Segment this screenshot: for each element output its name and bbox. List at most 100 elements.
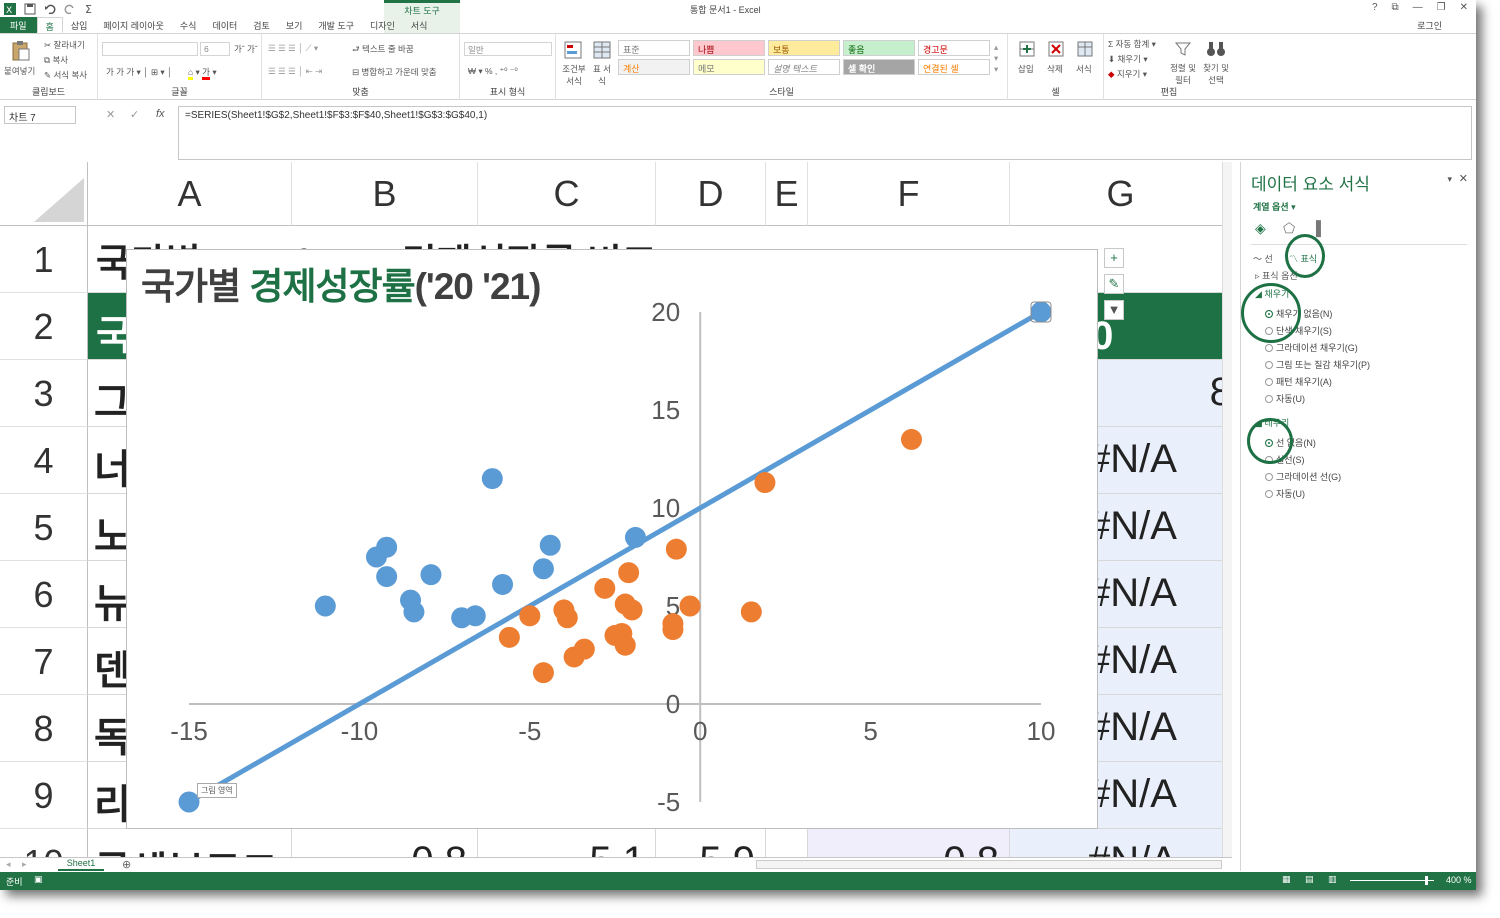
cut-button[interactable]: ✂ 잘라내기 <box>44 39 85 51</box>
row-header-8[interactable]: 8 <box>0 695 88 762</box>
clear-button[interactable]: ◆ 지우기 ▾ <box>1108 68 1147 80</box>
tab-chart-format[interactable]: 서식 <box>403 17 436 33</box>
sign-in-link[interactable]: 로그인 <box>1417 19 1442 32</box>
column-header-e[interactable]: E <box>766 162 808 226</box>
border-gradient-option[interactable]: 그라데이션 선(G) <box>1265 470 1341 483</box>
binoculars-icon[interactable] <box>1206 40 1226 58</box>
row-header-2[interactable]: 2 <box>0 293 88 360</box>
add-sheet-icon[interactable]: ⊕ <box>122 858 131 871</box>
paste-button[interactable]: 붙여넣기 <box>4 65 35 77</box>
sort-filter-icon[interactable] <box>1174 40 1192 58</box>
style-normal[interactable]: 표준 <box>618 40 690 56</box>
chart-styles-button[interactable]: ✎ <box>1104 274 1124 294</box>
fill-gradient-option[interactable]: 그라데이션 채우기(G) <box>1265 341 1358 354</box>
conditional-format-icon[interactable] <box>564 41 582 59</box>
normal-view-icon[interactable]: ▦ <box>1282 874 1291 885</box>
sort-filter-button[interactable]: 정렬 및 필터 <box>1168 62 1198 86</box>
grow-font-icon[interactable]: 가ˆ 가ˇ <box>234 43 258 55</box>
cell-e10[interactable] <box>766 829 808 858</box>
style-good[interactable]: 좋음 <box>843 40 915 56</box>
sheet-nav-left-icon[interactable]: ◂ <box>6 859 11 870</box>
paste-icon[interactable] <box>10 40 32 62</box>
vertical-scrollbar[interactable] <box>1222 162 1232 858</box>
format-cells-icon[interactable] <box>1076 40 1094 58</box>
zoom-slider-thumb[interactable] <box>1425 876 1428 885</box>
restore-button[interactable]: ❐ <box>1437 2 1446 13</box>
delete-cells-button[interactable]: 삭제 <box>1047 63 1063 75</box>
delete-cells-icon[interactable] <box>1047 40 1065 58</box>
help-button[interactable]: ? <box>1372 2 1378 13</box>
undo-icon[interactable] <box>44 3 56 15</box>
row-header-10[interactable]: 10 <box>0 829 88 858</box>
row-header-5[interactable]: 5 <box>0 494 88 561</box>
fill-button[interactable]: ⬇ 채우기 ▾ <box>1108 53 1148 65</box>
cell-d10[interactable]: 5.9 <box>656 829 766 858</box>
redo-icon[interactable] <box>64 3 76 15</box>
tab-chart-design[interactable]: 디자인 <box>362 17 403 33</box>
chart-elements-button[interactable]: + <box>1104 248 1124 268</box>
cell-b10[interactable]: 0.8 <box>292 829 478 858</box>
cell-f10[interactable]: 0.8 <box>808 829 1010 858</box>
column-header-b[interactable]: B <box>292 162 478 226</box>
column-header-g[interactable]: G <box>1010 162 1232 226</box>
row-header-3[interactable]: 3 <box>0 360 88 427</box>
style-neutral[interactable]: 보통 <box>768 40 840 56</box>
close-button[interactable]: ✕ <box>1460 2 1468 13</box>
zoom-level[interactable]: 400 % <box>1446 875 1472 885</box>
style-check-cell[interactable]: 셀 확인 <box>843 59 915 75</box>
align-top-icon[interactable]: ☰ ☰ ☰ │ ⟋ ▾ <box>268 43 318 54</box>
formula-input[interactable]: =SERIES(Sheet1!$G$2,Sheet1!$F$3:$F$40,Sh… <box>178 106 1472 160</box>
format-cells-button[interactable]: 서식 <box>1076 63 1092 75</box>
style-bad[interactable]: 나쁨 <box>693 40 765 56</box>
column-header-a[interactable]: A <box>88 162 292 226</box>
fill-pattern-option[interactable]: 패턴 채우기(A) <box>1265 375 1332 388</box>
style-note[interactable]: 메모 <box>693 59 765 75</box>
style-calculation[interactable]: 계산 <box>618 59 690 75</box>
style-warning[interactable]: 경고문 <box>918 40 990 56</box>
tab-home[interactable]: 홈 <box>36 17 63 33</box>
cell-a10[interactable]: 룩셈부르크 <box>88 829 292 858</box>
styles-scroll-icon[interactable]: ▴ ▾ ▾ <box>994 42 998 75</box>
style-linked-cell[interactable]: 연결된 셀 <box>918 59 990 75</box>
insert-function-icon[interactable]: fx <box>156 108 165 120</box>
font-size-combo[interactable]: 6 <box>200 42 230 56</box>
format-painter-button[interactable]: ✎ 서식 복사 <box>44 69 87 81</box>
zoom-slider[interactable] <box>1350 880 1434 881</box>
number-format-combo[interactable]: 일반 <box>464 42 552 56</box>
sheet-tab-sheet1[interactable]: Sheet1 <box>58 858 104 871</box>
tab-line[interactable]: 〜 선 <box>1253 252 1273 265</box>
insert-cells-button[interactable]: 삽입 <box>1018 63 1034 75</box>
name-box[interactable]: 차트 7 <box>4 106 76 124</box>
column-header-d[interactable]: D <box>656 162 766 226</box>
tab-formulas[interactable]: 수식 <box>172 17 205 33</box>
tab-insert[interactable]: 삽입 <box>63 17 96 33</box>
fill-picture-option[interactable]: 그림 또는 질감 채우기(P) <box>1265 358 1370 371</box>
align-left-icon[interactable]: ☰ ☰ ☰ │ ⇤ ⇥ <box>268 66 322 77</box>
enter-icon[interactable]: ✓ <box>130 108 139 121</box>
effects-icon[interactable]: ⬠ <box>1283 220 1295 237</box>
sheet-nav-right-icon[interactable]: ▸ <box>22 859 27 870</box>
horizontal-scrollbar[interactable] <box>756 860 1222 869</box>
cell-c10[interactable]: 5.1 <box>478 829 656 858</box>
page-break-view-icon[interactable]: ▥ <box>1328 874 1337 885</box>
chart-filters-button[interactable]: ▼ <box>1104 300 1124 320</box>
tab-developer[interactable]: 개발 도구 <box>310 17 362 33</box>
tab-view[interactable]: 보기 <box>278 17 311 33</box>
tab-page-layout[interactable]: 페이지 레이아웃 <box>95 17 171 33</box>
table-format-icon[interactable] <box>593 41 611 59</box>
row-header-6[interactable]: 6 <box>0 561 88 628</box>
fill-line-icon[interactable]: ◈ <box>1255 220 1266 237</box>
row-header-4[interactable]: 4 <box>0 427 88 494</box>
tab-file[interactable]: 파일 <box>0 17 37 33</box>
autosum-icon[interactable]: Σ <box>84 3 96 15</box>
series-options-dropdown[interactable]: 계열 옵션 ▾ <box>1253 200 1296 213</box>
autosum-button[interactable]: Σ 자동 합계 ▾ <box>1108 38 1156 50</box>
style-explanatory[interactable]: 설명 텍스트 <box>768 59 840 75</box>
tab-data[interactable]: 데이터 <box>204 17 245 33</box>
row-header-7[interactable]: 7 <box>0 628 88 695</box>
currency-percent-icons[interactable]: ₩ ▾ % , ⁺⁰ ⁻⁰ <box>468 66 518 77</box>
fill-color-icon[interactable]: ⌂ ▾ 가 ▾ <box>188 66 217 80</box>
column-header-c[interactable]: C <box>478 162 656 226</box>
pane-close-icon[interactable]: ✕ <box>1459 172 1468 185</box>
pane-options-icon[interactable]: ▾ <box>1447 174 1452 185</box>
